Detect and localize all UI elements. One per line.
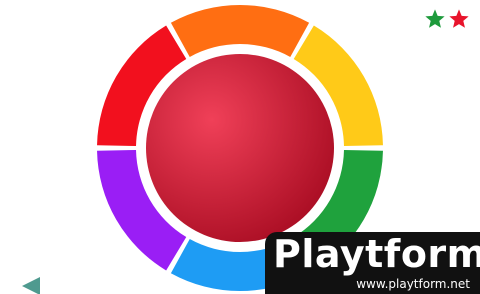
star-rating [424, 8, 470, 30]
watermark-logo: Playtform [273, 232, 480, 276]
watermark-url: www.playtform.net [356, 277, 470, 291]
watermark: Playtform www.playtform.net [265, 232, 480, 294]
red-ball[interactable] [146, 54, 334, 242]
star-icon [449, 9, 469, 28]
left-arrow-icon[interactable] [22, 277, 40, 294]
star-icon [425, 9, 445, 28]
orange-segment[interactable] [170, 5, 310, 57]
game-screen: Playtform www.playtform.net [0, 0, 480, 294]
